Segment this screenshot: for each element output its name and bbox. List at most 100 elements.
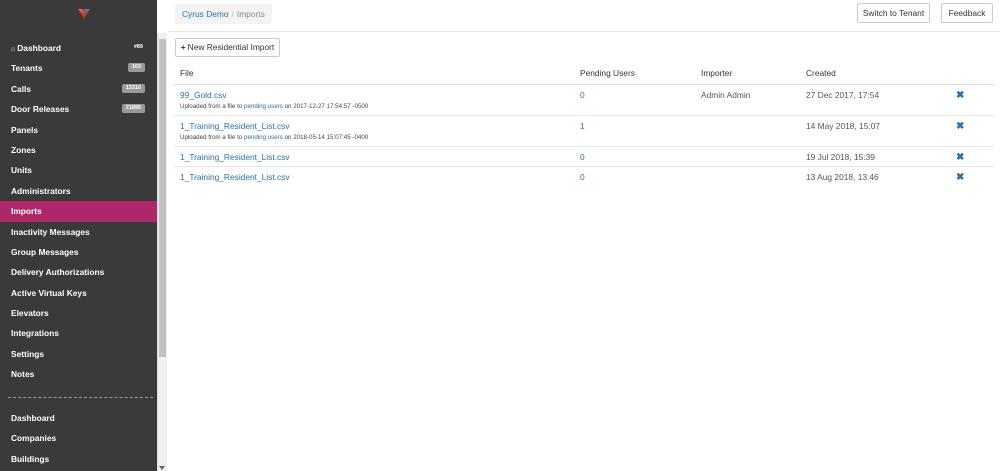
pending-cell: 0 xyxy=(574,166,695,186)
file-link[interactable]: 1_Training_Resident_List.csv xyxy=(180,172,574,182)
sidebar-item-active-virtual-keys[interactable]: Active Virtual Keys xyxy=(0,283,157,303)
app-window: ⌂ Dashboard #89 Tenants 163 Calls 13316 D… xyxy=(0,0,1000,471)
sidebar-item-label: Buildings xyxy=(11,453,50,464)
column-header-created: Created xyxy=(800,62,950,85)
sidebar-item-label: Door Releases xyxy=(11,104,70,115)
new-import-label: New Residential Import xyxy=(187,42,275,52)
pending-users-link[interactable]: pending users xyxy=(244,103,283,110)
sidebar-item-buildings[interactable]: Buildings xyxy=(0,449,157,469)
sidebar-item-label: Group Messages xyxy=(11,246,79,257)
logo-icon[interactable] xyxy=(78,8,90,20)
created-cell: 19 Jul 2018, 15:39 xyxy=(800,146,950,167)
sidebar-divider xyxy=(8,397,153,398)
sidebar-item-settings[interactable]: Settings xyxy=(0,344,157,364)
file-cell: 1_Training_Resident_List.csv xyxy=(174,166,574,186)
sidebar-scrollbar[interactable] xyxy=(157,33,167,471)
sidebar-badge: 21895 xyxy=(121,104,145,114)
table-header-row: File Pending Users Importer Created xyxy=(174,62,994,85)
file-link[interactable]: 1_Training_Resident_List.csv xyxy=(180,152,574,162)
sidebar-item-label: Notes xyxy=(11,369,35,380)
pending-users-count[interactable]: 0 xyxy=(580,172,585,182)
pending-users-count[interactable]: 1 xyxy=(580,121,585,131)
sidebar-item-units[interactable]: Units xyxy=(0,160,157,180)
column-header-importer: Importer xyxy=(695,62,800,85)
sidebar-item-label: Calls xyxy=(11,83,32,94)
sidebar-item-global-dashboard[interactable]: Dashboard xyxy=(0,408,157,428)
delete-icon[interactable]: ✖ xyxy=(956,152,964,163)
sidebar-item-label: Panels xyxy=(11,124,39,135)
file-cell: 1_Training_Resident_List.csv Uploaded fr… xyxy=(174,115,574,147)
delete-icon[interactable]: ✖ xyxy=(956,121,964,132)
sidebar-badge: 163 xyxy=(127,63,145,73)
pending-cell: 0 xyxy=(574,146,695,167)
scrollbar-thumb[interactable] xyxy=(159,39,166,357)
sidebar-item-inactivity-messages[interactable]: Inactivity Messages xyxy=(0,222,157,242)
actions-cell: ✖ xyxy=(950,115,994,147)
sidebar-item-imports[interactable]: Imports xyxy=(0,201,157,222)
upload-note-prefix: Uploaded from a file to xyxy=(180,133,243,141)
importer-cell xyxy=(695,146,800,167)
scroll-down-arrow-icon[interactable] xyxy=(159,466,165,470)
sidebar-secondary-nav: Dashboard Companies Buildings xyxy=(0,408,157,469)
sidebar-item-dashboard[interactable]: ⌂ Dashboard #89 xyxy=(0,38,157,58)
top-bar: Cyrus Demo / Imports Switch to Tenant Feed… xyxy=(168,0,1000,32)
upload-note-suffix: on 2018-05-14 15:07:45 -0400 xyxy=(284,133,369,141)
breadcrumb-link-cyrus-demo[interactable]: Cyrus Demo xyxy=(182,9,229,19)
file-link[interactable]: 99_Gold.csv xyxy=(180,90,574,100)
sidebar-item-integrations[interactable]: Integrations xyxy=(0,323,157,343)
sidebar-item-calls[interactable]: Calls 13316 xyxy=(0,79,157,99)
sidebar-item-zones[interactable]: Zones xyxy=(0,140,157,160)
sidebar-item-companies[interactable]: Companies xyxy=(0,428,157,448)
sidebar-badge: #89 xyxy=(133,44,143,50)
sidebar-item-label: Zones xyxy=(11,144,36,155)
sidebar-nav: ⌂ Dashboard #89 Tenants 163 Calls 13316 D… xyxy=(0,38,157,385)
actions-cell: ✖ xyxy=(950,84,994,116)
importer-cell: Admin Admin xyxy=(695,84,800,116)
sidebar: ⌂ Dashboard #89 Tenants 163 Calls 13316 D… xyxy=(0,0,157,471)
switch-to-tenant-button[interactable]: Switch to Tenant xyxy=(857,3,930,23)
created-cell: 14 May 2018, 15:07 xyxy=(800,115,950,147)
sidebar-item-elevators[interactable]: Elevators xyxy=(0,303,157,323)
table-row: 1_Training_Resident_List.csv 0 13 Aug 20… xyxy=(174,166,994,186)
upload-note-suffix: on 2017-12-27 17:54:57 -0500 xyxy=(284,102,369,110)
breadcrumb: Cyrus Demo / Imports xyxy=(175,4,272,24)
sidebar-item-panels[interactable]: Panels xyxy=(0,120,157,140)
feedback-button[interactable]: Feedback xyxy=(941,3,993,23)
created-cell: 27 Dec 2017, 17:54 xyxy=(800,84,950,116)
sidebar-item-notes[interactable]: Notes xyxy=(0,364,157,384)
delete-icon[interactable]: ✖ xyxy=(956,172,964,183)
upload-note-prefix: Uploaded from a file to xyxy=(180,102,243,110)
column-header-file: File xyxy=(174,62,574,85)
pending-users-link[interactable]: pending users xyxy=(244,134,283,141)
delete-icon[interactable]: ✖ xyxy=(956,90,964,101)
sidebar-item-label: Delivery Authorizations xyxy=(11,267,105,278)
sidebar-item-group-messages[interactable]: Group Messages xyxy=(0,242,157,262)
sidebar-item-door-releases[interactable]: Door Releases 21895 xyxy=(0,99,157,119)
pending-users-count[interactable]: 0 xyxy=(580,90,585,100)
table-row: 1_Training_Resident_List.csv Uploaded fr… xyxy=(174,115,994,147)
sidebar-item-administrators[interactable]: Administrators xyxy=(0,181,157,201)
sidebar-item-label: Imports xyxy=(11,206,42,217)
sidebar-item-label: Dashboard xyxy=(11,413,55,423)
created-cell: 13 Aug 2018, 13:46 xyxy=(806,171,879,182)
sidebar-item-label: Integrations xyxy=(11,328,59,339)
pending-users-count[interactable]: 0 xyxy=(580,152,585,162)
sidebar-badge: 13316 xyxy=(121,83,145,93)
table-row: 99_Gold.csv Uploaded from a file to pend… xyxy=(174,84,994,116)
file-cell: 99_Gold.csv Uploaded from a file to pend… xyxy=(174,84,574,116)
breadcrumb-current: Imports xyxy=(236,9,265,19)
sidebar-item-label: Settings xyxy=(11,348,45,359)
pending-cell: 1 xyxy=(574,115,695,147)
file-link[interactable]: 1_Training_Resident_List.csv xyxy=(180,121,574,131)
sidebar-item-label: Tenants xyxy=(11,63,43,74)
main-content: + New Residential Import File Pending Use… xyxy=(168,33,1000,471)
sidebar-item-label: Inactivity Messages xyxy=(11,226,90,237)
column-header-actions xyxy=(950,62,994,85)
home-icon: ⌂ xyxy=(11,46,16,53)
upload-note: Uploaded from a file to pending users on… xyxy=(180,103,574,110)
actions-cell: ✖ xyxy=(950,166,994,186)
sidebar-item-delivery-authorizations[interactable]: Delivery Authorizations xyxy=(0,262,157,282)
table-row: 1_Training_Resident_List.csv 0 19 Jul 20… xyxy=(174,146,994,167)
new-residential-import-button[interactable]: + New Residential Import xyxy=(175,38,280,57)
sidebar-item-tenants[interactable]: Tenants 163 xyxy=(0,58,157,78)
